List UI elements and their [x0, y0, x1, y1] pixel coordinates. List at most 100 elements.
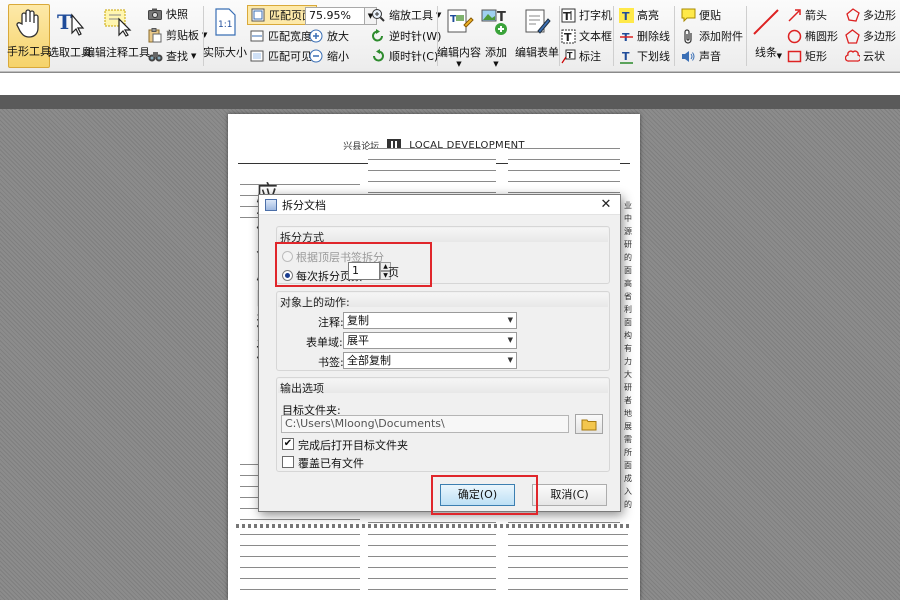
svg-text:T: T [450, 14, 457, 25]
cloud-button[interactable]: 云状 [844, 46, 885, 66]
callout-button[interactable]: T 标注 [560, 46, 601, 66]
actual-size-icon: 1:1 [209, 7, 241, 37]
ellipse-label: 椭圆形 [805, 30, 838, 43]
sound-button[interactable]: 声音 [680, 46, 721, 66]
page-text-block [240, 534, 360, 600]
edit-form-button[interactable]: 编辑表单 [515, 4, 559, 68]
target-folder-input[interactable]: C:\Users\Mloong\Documents\ [281, 415, 569, 433]
line-button[interactable]: 线条 ▼ [748, 4, 784, 68]
hand-tool-button[interactable]: 手形工具 [7, 4, 51, 68]
strikeout-label: 删除线 [637, 30, 670, 43]
snapshot-button[interactable]: 快照 [147, 4, 188, 24]
typewriter-button[interactable]: T 打字机 [560, 5, 612, 25]
split-by-pages-radio[interactable] [282, 270, 293, 281]
dialog-titlebar: 拆分文档 [259, 195, 620, 215]
overwrite-checkbox[interactable] [282, 456, 294, 468]
strikeout-button[interactable]: T 删除线 [618, 26, 670, 46]
edit-annotation-tool-button[interactable]: 编辑注释工具 [84, 4, 150, 68]
binoculars-icon [147, 48, 163, 64]
zoom-out-button[interactable]: 缩小 [308, 46, 349, 66]
zoom-tool-label: 缩放工具 [389, 9, 433, 22]
form-field-select[interactable]: 展平 ▼ [343, 332, 517, 349]
rectangle-icon [786, 48, 802, 64]
workspace-top-strip [0, 95, 900, 109]
polyline-button[interactable]: 多边形 [844, 26, 896, 46]
zoom-in-label: 放大 [327, 30, 349, 43]
add-dropdown-icon: ▼ [493, 60, 499, 68]
split-by-bookmark-radio[interactable] [282, 251, 293, 262]
clipboard-icon [147, 27, 163, 43]
fit-width-label: 匹配宽度 [268, 30, 312, 43]
rectangle-button[interactable]: 矩形 [786, 46, 827, 66]
cloud-icon [844, 48, 860, 64]
page-divider [236, 524, 632, 528]
note-icon [680, 7, 696, 23]
line-icon [750, 7, 782, 37]
paperclip-icon [680, 28, 696, 44]
note-label: 便贴 [699, 9, 721, 22]
zoom-input[interactable]: 75.95% [305, 7, 365, 25]
polygon-button[interactable]: 多边形 [844, 5, 896, 25]
highlight-button[interactable]: T 高亮 [618, 5, 659, 25]
svg-text:T: T [564, 31, 572, 44]
arrow-icon [786, 7, 802, 23]
fit-visible-label: 匹配可见 [268, 50, 312, 63]
svg-text:T: T [622, 10, 630, 23]
typewriter-label: 打字机 [579, 9, 612, 22]
arrow-button[interactable]: 箭头 [786, 5, 827, 25]
arrow-label: 箭头 [805, 9, 827, 22]
rotate-ccw-label: 逆时针(W) [389, 30, 442, 43]
zoom-tool-button[interactable]: 缩放工具 ▼ [370, 5, 441, 25]
open-after-checkbox[interactable]: ✔ [282, 438, 294, 450]
attach-button[interactable]: 添加附件 [680, 26, 743, 46]
underline-button[interactable]: T 下划线 [618, 46, 670, 66]
add-button[interactable]: T 添加 ▼ [480, 4, 512, 68]
underline-label: 下划线 [637, 50, 670, 63]
edit-annotation-tool-label: 编辑注释工具 [84, 46, 150, 59]
bookmark-select[interactable]: 全部复制 ▼ [343, 352, 517, 369]
toolbar-separator [746, 6, 747, 66]
highlight-icon: T [618, 7, 634, 23]
actions-title: 对象上的动作: [280, 296, 350, 309]
fit-page-icon [250, 7, 266, 23]
dialog-title: 拆分文档 [282, 198, 326, 212]
clipboard-button[interactable]: 剪贴板 ▼ [147, 25, 207, 45]
line-dropdown-icon: ▼ [776, 52, 782, 60]
pages-unit-label: 页 [388, 266, 399, 279]
ellipse-button[interactable]: 椭圆形 [786, 26, 838, 46]
toolbar: 手形工具 T 选取工具 编辑注释工具 快照 剪贴板 ▼ 查找 ▼ 1:1 实际大… [0, 0, 900, 72]
annotation-select[interactable]: 复制 ▼ [343, 312, 517, 329]
strikeout-icon: T [618, 28, 634, 44]
rotate-ccw-button[interactable]: 逆时针(W) [370, 26, 441, 46]
cancel-button[interactable]: 取消(C) [532, 484, 607, 506]
note-button[interactable]: 便贴 [680, 5, 721, 25]
find-button[interactable]: 查找 ▼ [147, 46, 196, 66]
fit-width-button[interactable]: 匹配宽度 [249, 26, 312, 46]
svg-text:T: T [563, 10, 571, 23]
app-icon [265, 198, 277, 211]
line-label: 线条 [755, 46, 777, 59]
svg-text:T: T [497, 10, 506, 25]
zoom-out-icon [308, 48, 324, 64]
zoom-in-button[interactable]: 放大 [308, 26, 349, 46]
output-title: 输出选项 [280, 382, 324, 395]
edit-content-label: 编辑内容 [437, 46, 481, 59]
fit-visible-button[interactable]: 匹配可见 [249, 46, 312, 66]
typewriter-icon: T [560, 7, 576, 23]
actual-size-button[interactable]: 1:1 实际大小 [203, 4, 247, 68]
add-image-text-icon: T [480, 7, 512, 37]
polygon-icon [844, 7, 860, 23]
rotate-cw-label: 顺时针(C) [389, 50, 439, 63]
hand-tool-label: 手形工具 [7, 45, 51, 58]
rectangle-label: 矩形 [805, 50, 827, 63]
add-label: 添加 [485, 46, 507, 59]
pages-per-split-input[interactable]: 1 [348, 262, 380, 280]
browse-folder-button[interactable] [575, 414, 603, 434]
rotate-cw-button[interactable]: 顺时针(C) [370, 46, 438, 66]
close-icon[interactable]: ✕ [597, 196, 615, 214]
edit-content-button[interactable]: T 编辑内容 ▼ [437, 4, 481, 68]
zoom-out-label: 缩小 [327, 50, 349, 63]
form-field-value: 展平 [347, 334, 369, 347]
ok-button[interactable]: 确定(O) [440, 484, 515, 506]
textbox-button[interactable]: T 文本框 [560, 26, 612, 46]
